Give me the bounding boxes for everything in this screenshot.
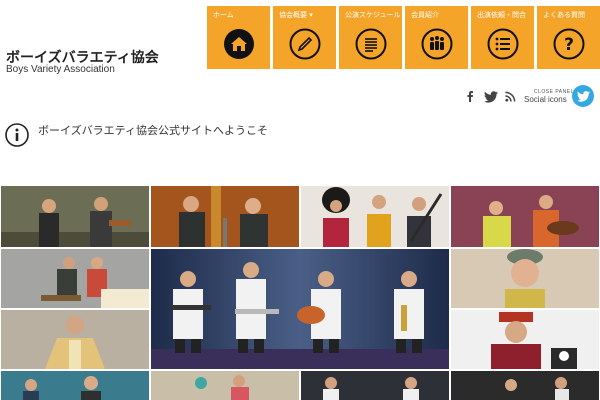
nav-item-label: よくある質問	[543, 11, 585, 19]
gallery-photo[interactable]	[301, 371, 449, 400]
gallery-photo[interactable]	[1, 310, 149, 369]
gallery-photo[interactable]	[301, 186, 449, 247]
gallery-photo[interactable]	[1, 186, 149, 247]
gallery-photo[interactable]	[451, 186, 599, 247]
info-icon	[5, 123, 29, 147]
facebook-icon[interactable]	[465, 90, 475, 102]
gallery-photo[interactable]	[1, 371, 149, 400]
nav-item-faq[interactable]: よくある質問 ?	[537, 6, 600, 69]
gallery-photo[interactable]	[151, 371, 299, 400]
pencil-icon	[289, 28, 320, 60]
social-icons-label[interactable]: Social icons	[524, 95, 567, 104]
nav-item-label: 会員紹介	[411, 11, 439, 19]
nav-item-label: 公演スケジュール	[345, 11, 401, 19]
gallery-photo[interactable]	[451, 371, 599, 400]
nav-item-schedule[interactable]: 公演スケジュール	[339, 6, 402, 69]
gallery-photo[interactable]	[151, 186, 299, 247]
gallery-photo[interactable]	[1, 249, 149, 308]
logo-title-en[interactable]: Boys Variety Association	[6, 64, 115, 75]
nav-item-members[interactable]: 会員紹介	[405, 6, 468, 69]
nav-item-contact[interactable]: 出演依頼・問合	[471, 6, 534, 69]
twitter-icon[interactable]	[484, 91, 498, 103]
notice-text: ボーイズバラエティ協会公式サイトへようこそ	[38, 124, 269, 137]
gallery-photo[interactable]	[151, 249, 449, 369]
nav-item-label: 出演依頼・問合	[477, 11, 526, 19]
gallery-photo[interactable]	[451, 310, 599, 369]
home-icon	[223, 29, 254, 59]
svg-text:?: ?	[564, 35, 574, 55]
document-icon	[355, 28, 386, 60]
list-icon	[487, 28, 518, 60]
twitter-circle-icon[interactable]	[572, 85, 594, 107]
rss-icon[interactable]	[505, 91, 516, 102]
nav-item-home[interactable]: ホーム	[207, 6, 270, 69]
question-icon: ?	[553, 28, 584, 60]
nav-item-label: ホーム	[213, 11, 234, 19]
nav-item-about[interactable]: 協会概要 ▾	[273, 6, 336, 69]
people-icon	[421, 28, 452, 60]
nav-item-label: 協会概要 ▾	[279, 11, 313, 19]
main-nav: ホーム 協会概要 ▾ 公演スケジュール 会員紹介 出演依頼・問合 よくある質問 …	[207, 6, 600, 69]
gallery-photo[interactable]	[451, 249, 599, 308]
